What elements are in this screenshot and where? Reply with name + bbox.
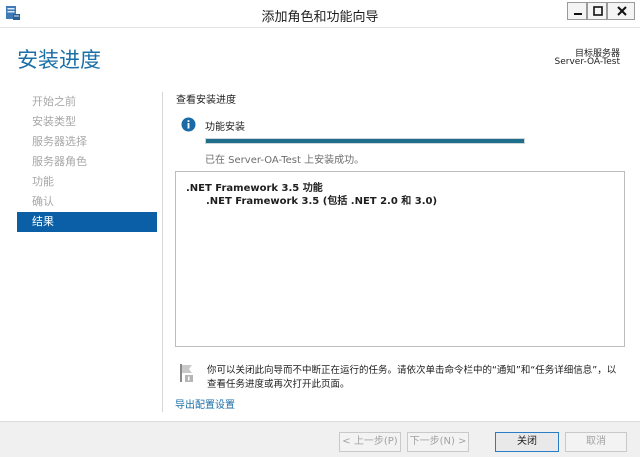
close-window-button[interactable] (607, 2, 635, 20)
note-text-line1: 你可以关闭此向导而不中断正在运行的任务。请依次单击命令栏中的“通知”和“任务详细… (207, 365, 617, 376)
wizard-button-bar: < 上一步(P) 下一步(N) > 关闭 取消 (0, 421, 640, 457)
info-icon (181, 117, 196, 132)
window-title: 添加角色和功能向导 (261, 10, 379, 25)
close-icon (617, 6, 627, 16)
export-config-link[interactable]: 导出配置设置 (175, 396, 235, 411)
results-panel: .NET Framework 3.5 功能 .NET Framework 3.5… (175, 171, 625, 347)
result-feature-item: .NET Framework 3.5 (包括 .NET 2.0 和 3.0) (206, 196, 438, 207)
note-text-line2: 查看任务进度或再次打开此页面。 (207, 379, 350, 390)
maximize-icon (593, 6, 603, 16)
minimize-button[interactable] (567, 2, 587, 20)
maximize-button[interactable] (587, 2, 607, 20)
section-title: 查看安装进度 (176, 95, 236, 106)
page-title: 安装进度 (17, 48, 101, 72)
step-server-roles: 服务器角色 (32, 155, 87, 168)
install-progress-bar (205, 138, 525, 144)
cancel-button[interactable]: 取消 (565, 432, 627, 452)
progress-fill (206, 139, 524, 143)
minimize-icon (574, 13, 582, 15)
flag-icon (179, 363, 195, 383)
step-server-selection: 服务器选择 (32, 135, 87, 148)
install-success-message: 已在 Server-OA-Test 上安装成功。 (205, 155, 365, 166)
title-bar: 添加角色和功能向导 (0, 0, 640, 28)
step-installation-type: 安装类型 (32, 115, 76, 128)
nav-divider (162, 92, 163, 412)
step-results[interactable]: 结果 (17, 212, 157, 232)
previous-button[interactable]: < 上一步(P) (339, 432, 401, 452)
close-button[interactable]: 关闭 (495, 432, 559, 452)
step-features: 功能 (32, 175, 54, 188)
next-button[interactable]: 下一步(N) > (407, 432, 469, 452)
step-confirmation: 确认 (32, 195, 54, 208)
feature-install-label: 功能安装 (205, 122, 245, 133)
wizard-steps: 开始之前 安装类型 服务器选择 服务器角色 功能 确认 结果 (17, 92, 157, 232)
destination-server-name: Server-OA-Test (554, 57, 620, 67)
step-before-you-begin: 开始之前 (32, 95, 76, 108)
